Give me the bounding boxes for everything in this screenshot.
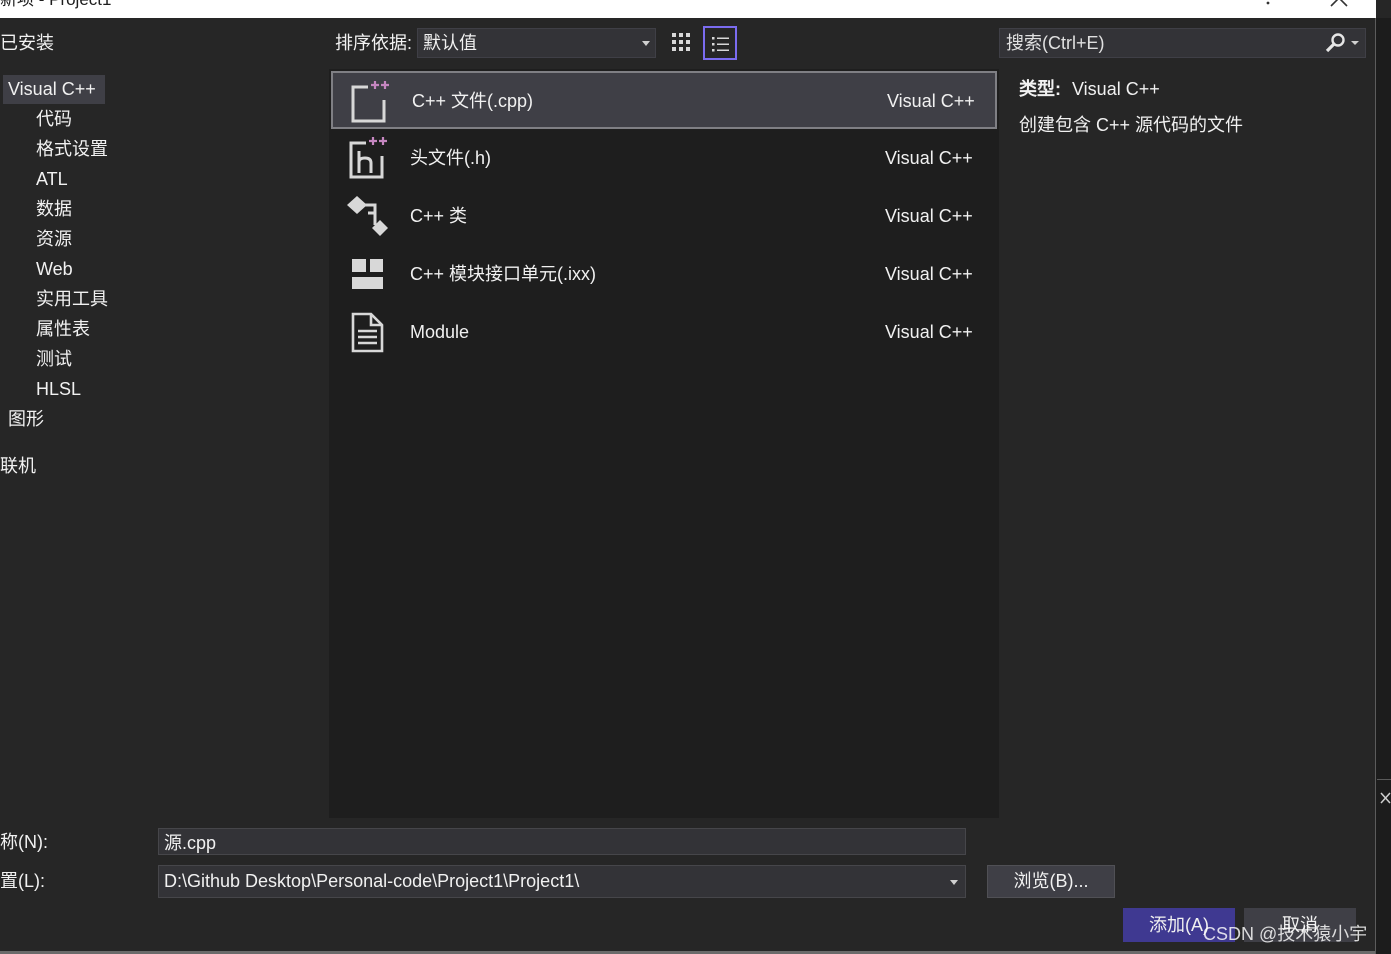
tree-item-atl[interactable]: ATL — [36, 164, 108, 194]
tree-item-data[interactable]: 数据 — [36, 194, 108, 224]
search-input[interactable] — [1000, 29, 1310, 57]
help-icon[interactable] — [1263, 0, 1273, 6]
template-name: Module — [410, 322, 470, 342]
details-description: 创建包含 C++ 源代码的文件 — [1019, 115, 1244, 135]
tree-installed[interactable]: 已安装 — [0, 28, 54, 58]
template-name: 头文件(.h) — [410, 148, 491, 168]
template-item-module-interface[interactable]: C++ 模块接口单元(.ixx) Visual C++ — [331, 245, 997, 303]
template-item-module[interactable]: Module Visual C++ — [331, 303, 997, 361]
tree-item-test[interactable]: 测试 — [36, 344, 108, 374]
list-view-icon — [712, 37, 729, 52]
details-type-label: 类型: — [1019, 79, 1061, 99]
sort-label: 排序依据: — [335, 33, 413, 53]
list-view-button[interactable] — [703, 26, 737, 60]
sort-dropdown[interactable]: 默认值 — [417, 28, 656, 58]
module-interface-icon — [352, 259, 383, 289]
search-icon[interactable] — [1323, 32, 1363, 54]
template-item-cpp-file[interactable]: C++ 文件(.cpp) Visual C++ — [331, 71, 997, 129]
location-value: D:\Github Desktop\Personal-code\Project1… — [164, 871, 580, 891]
location-label: 置(L): — [0, 871, 45, 891]
tree-item-hlsl[interactable]: HLSL — [36, 374, 108, 404]
sort-value: 默认值 — [423, 33, 477, 53]
template-type: Visual C++ — [885, 148, 973, 168]
template-type: Visual C++ — [885, 206, 973, 226]
tree-children: 代码 格式设置 ATL 数据 资源 Web 实用工具 属性表 测试 HLSL — [36, 104, 108, 404]
background-window — [1376, 18, 1391, 954]
chevron-down-icon — [642, 41, 650, 46]
close-icon[interactable] — [1330, 0, 1348, 7]
browse-button[interactable]: 浏览(B)... — [987, 865, 1115, 898]
tree-item-resource[interactable]: 资源 — [36, 224, 108, 254]
template-item-cpp-class[interactable]: C++ 类 Visual C++ — [331, 187, 997, 245]
location-combobox[interactable]: D:\Github Desktop\Personal-code\Project1… — [158, 865, 966, 898]
tree-item-label: Visual C++ — [8, 79, 96, 99]
window-title: 新项 - Project1 — [0, 0, 111, 10]
tree-online[interactable]: 联机 — [0, 451, 36, 481]
name-label: 称(N): — [0, 832, 48, 852]
name-field[interactable] — [158, 828, 966, 855]
title-bar: 新项 - Project1 — [0, 0, 1376, 18]
background-close-icon[interactable] — [1380, 792, 1391, 804]
background-divider — [1377, 779, 1391, 780]
search-box — [999, 28, 1366, 58]
template-name: C++ 文件(.cpp) — [412, 91, 534, 111]
details-type-value: Visual C++ — [1072, 79, 1160, 99]
tree-item-property-sheet[interactable]: 属性表 — [36, 314, 108, 344]
template-list: C++ 文件(.cpp) Visual C++ 头文件(.h) Visual C… — [329, 69, 999, 818]
cpp-class-icon — [347, 196, 388, 236]
watermark: CSDN @技术猿小宇 — [1203, 924, 1368, 944]
grid-view-icon[interactable] — [671, 32, 693, 54]
chevron-down-icon[interactable] — [950, 880, 958, 885]
tree-item-formatting[interactable]: 格式设置 — [36, 134, 108, 164]
template-type: Visual C++ — [885, 322, 973, 342]
tree-item-web[interactable]: Web — [36, 254, 108, 284]
tree-item-utility[interactable]: 实用工具 — [36, 284, 108, 314]
tree-item-visual-cpp[interactable]: Visual C++ — [3, 75, 105, 104]
header-file-icon — [349, 137, 387, 179]
template-name: C++ 类 — [410, 206, 468, 226]
template-name: C++ 模块接口单元(.ixx) — [410, 264, 597, 284]
template-type: Visual C++ — [887, 91, 975, 111]
template-item-header-file[interactable]: 头文件(.h) Visual C++ — [331, 129, 997, 187]
tree-item-code[interactable]: 代码 — [36, 104, 108, 134]
module-document-icon — [351, 312, 384, 353]
template-type: Visual C++ — [885, 264, 973, 284]
tree-item-graphics[interactable]: 图形 — [8, 404, 44, 434]
cpp-file-icon — [351, 81, 389, 123]
